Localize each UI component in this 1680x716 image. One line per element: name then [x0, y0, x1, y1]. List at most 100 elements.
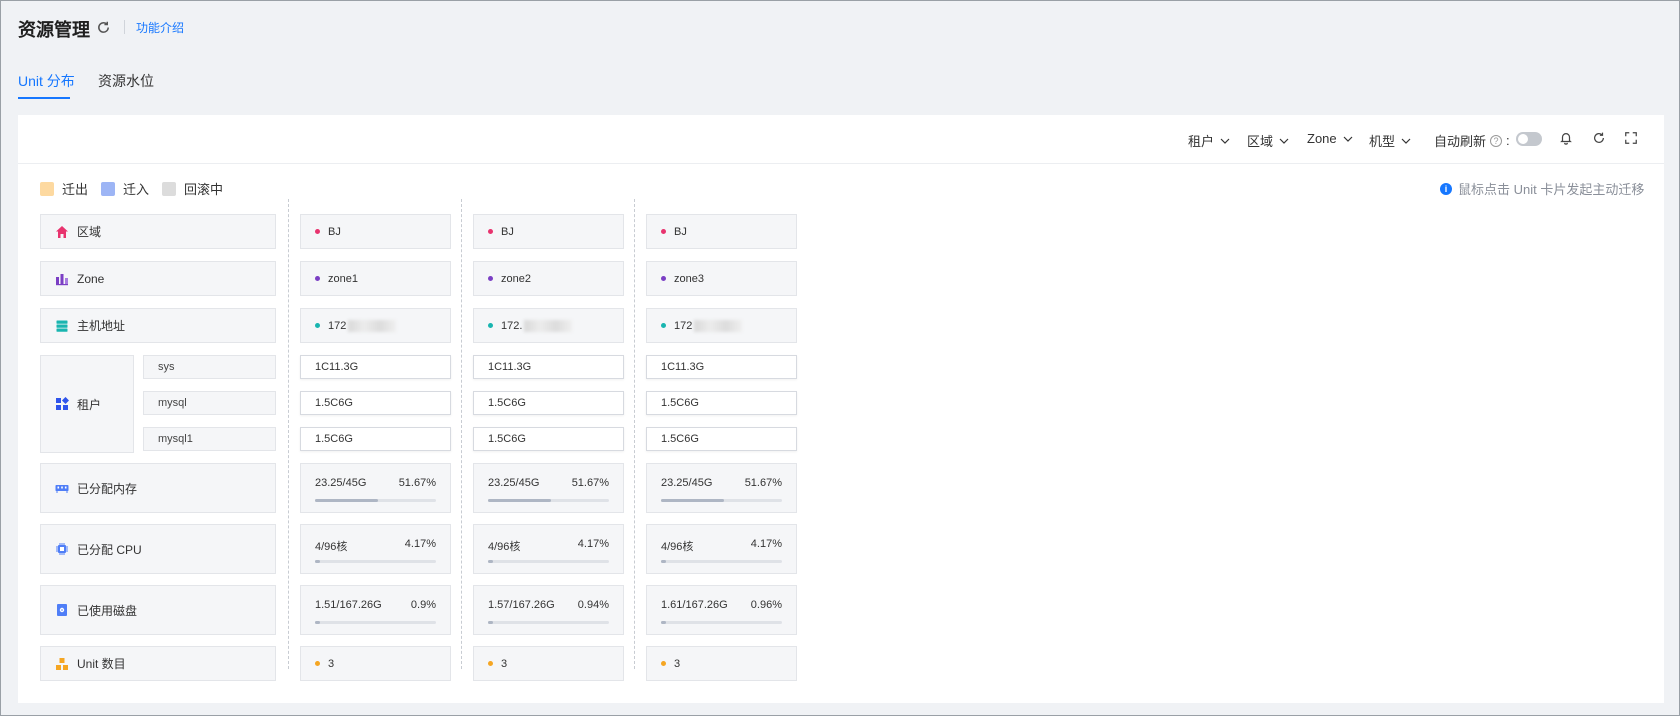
- zone1-zone-cell: zone1: [300, 261, 451, 296]
- migration-hint: i 鼠标点击 Unit 卡片发起主动迁移: [1440, 179, 1644, 198]
- zone-value: zone1: [328, 272, 358, 285]
- zone3-host-cell: 172: [646, 308, 797, 343]
- host-dot: [315, 323, 320, 328]
- row-label-tenant: 租户: [40, 355, 134, 453]
- unit-card-mysql1[interactable]: 1.5C6G: [300, 427, 451, 451]
- cpu-progress-fill: [315, 560, 321, 563]
- zone2-zone-cell: zone2: [473, 261, 624, 296]
- auto-refresh-toggle[interactable]: [1516, 132, 1542, 146]
- cpu-progress-fill: [661, 560, 667, 563]
- memory-percent: 51.67%: [744, 477, 782, 489]
- unit-card-mysql1[interactable]: 1.5C6G: [473, 427, 624, 451]
- zone-filter[interactable]: Zone: [1307, 131, 1353, 146]
- zone1-cpu-cell: 4/96核 4.17%: [300, 524, 451, 574]
- fullscreen-icon[interactable]: [1624, 131, 1638, 145]
- help-icon[interactable]: ?: [1490, 134, 1503, 147]
- region-value: BJ: [501, 225, 514, 238]
- tenant-filter[interactable]: 租户: [1188, 131, 1230, 150]
- refresh-icon[interactable]: [96, 20, 111, 35]
- tenant-label-mysql: mysql: [143, 391, 276, 415]
- unit-card-mysql[interactable]: 1.5C6G: [300, 391, 451, 415]
- unit-card-mysql1[interactable]: 1.5C6G: [646, 427, 797, 451]
- refresh-icon[interactable]: [1592, 131, 1606, 145]
- auto-refresh-colon: :: [1506, 133, 1510, 148]
- host-dot: [488, 323, 493, 328]
- disk-progress-fill: [315, 621, 320, 624]
- unit-card-sys[interactable]: 1C11.3G: [300, 355, 451, 379]
- memory-value: 23.25/45G: [488, 477, 540, 489]
- memory-value: 23.25/45G: [661, 477, 713, 489]
- legend-swatch: [40, 181, 54, 196]
- cpu-percent: 4.17%: [577, 538, 609, 550]
- region-value: BJ: [328, 225, 341, 238]
- page-title: 资源管理: [18, 20, 90, 40]
- tab-resource-watermark[interactable]: 资源水位: [98, 71, 154, 91]
- units-value: 3: [501, 657, 508, 670]
- zone-dot: [661, 276, 666, 281]
- unit-card-sys[interactable]: 1C11.3G: [473, 355, 624, 379]
- toolbar-divider: [18, 163, 1664, 164]
- legend-move-in: 迁入: [101, 179, 149, 198]
- apps-icon: [56, 397, 69, 410]
- column-separator: [461, 199, 462, 669]
- row-label-zone: Zone: [40, 261, 276, 296]
- zone1-disk-cell: 1.51/167.26G 0.9%: [300, 585, 451, 635]
- legend-rolling-back: 回滚中: [162, 179, 223, 198]
- legend-move-out: 迁出: [40, 179, 88, 198]
- disk-icon: [57, 604, 67, 616]
- memory-progress-fill: [488, 499, 551, 502]
- zone3-cpu-cell: 4/96核 4.17%: [646, 524, 797, 574]
- memory-percent: 51.67%: [398, 477, 436, 489]
- disk-progress-fill: [661, 621, 666, 624]
- cpu-value: 4/96核: [488, 541, 521, 553]
- unit-card-sys[interactable]: 1C11.3G: [646, 355, 797, 379]
- chevron-down-icon: [1279, 138, 1289, 144]
- zone1-region-cell: BJ: [300, 214, 451, 249]
- unit-card-mysql[interactable]: 1.5C6G: [646, 391, 797, 415]
- legend-label: 回滚中: [184, 182, 224, 197]
- legend-swatch: [162, 181, 176, 196]
- disk-value: 1.51/167.26G: [315, 599, 382, 611]
- zone2-host-cell: 172.: [473, 308, 624, 343]
- row-label-text: 已分配 CPU: [77, 542, 142, 557]
- zone2-region-cell: BJ: [473, 214, 624, 249]
- memory-progress-track: [488, 499, 609, 502]
- cpu-percent: 4.17%: [750, 538, 782, 550]
- row-label-disk: 已使用磁盘: [40, 585, 276, 635]
- tab-unit-distribution[interactable]: Unit 分布: [18, 71, 75, 91]
- row-label-cpu: 已分配 CPU: [40, 524, 276, 574]
- tenant-filter-label: 租户: [1188, 134, 1215, 149]
- region-filter[interactable]: 区域: [1247, 131, 1289, 150]
- disk-progress-fill: [488, 621, 493, 624]
- machine-type-filter[interactable]: 机型: [1369, 131, 1411, 150]
- unit-distribution-card: 租户 区域 Zone 机型 自动刷新 ? : 迁出 迁入 回滚中 i 鼠标点击 …: [18, 115, 1664, 703]
- row-label-text: Unit 数目: [77, 657, 126, 671]
- units-dot: [661, 661, 666, 666]
- row-label-units: Unit 数目: [40, 646, 276, 681]
- cpu-progress-track: [488, 560, 609, 563]
- row-label-region: 区域: [40, 214, 276, 249]
- unit-card-mysql[interactable]: 1.5C6G: [473, 391, 624, 415]
- cpu-value: 4/96核: [315, 541, 348, 553]
- column-separator: [634, 199, 635, 669]
- zone1-memory-cell: 23.25/45G 51.67%: [300, 463, 451, 513]
- chevron-down-icon: [1220, 138, 1230, 144]
- cpu-percent: 4.17%: [404, 538, 436, 550]
- auto-refresh-label: 自动刷新: [1434, 134, 1487, 149]
- disk-progress-track: [661, 621, 782, 624]
- feature-intro-link[interactable]: 功能介绍: [136, 19, 184, 36]
- memory-percent: 51.67%: [571, 477, 609, 489]
- zone1-host-cell: 172: [300, 308, 451, 343]
- zone-value: zone2: [501, 272, 531, 285]
- memory-progress-fill: [661, 499, 724, 502]
- row-label-text: 租户: [77, 397, 102, 412]
- zone-filter-label: Zone: [1307, 131, 1337, 146]
- row-label-text: 已分配内存: [77, 481, 138, 496]
- memory-progress-fill: [315, 499, 378, 502]
- bell-icon[interactable]: [1559, 131, 1573, 145]
- row-label-text: 主机地址: [77, 319, 126, 333]
- zone-dot: [488, 276, 493, 281]
- redacted-ip: [348, 319, 397, 332]
- disk-percent: 0.9%: [410, 599, 436, 611]
- row-label-text: 已使用磁盘: [77, 603, 138, 618]
